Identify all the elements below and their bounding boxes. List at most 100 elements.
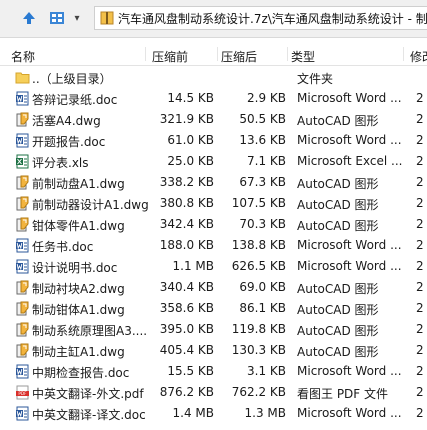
file-row[interactable]: 前制动盘A1.dwg 338.2 KB 67.3 KB AutoCAD 图形 2 <box>0 172 427 193</box>
file-type: 看图王 PDF 文件 <box>297 387 389 401</box>
file-row[interactable]: 答辩记录纸.doc 14.5 KB 2.9 KB Microsoft Word ...… <box>0 88 427 109</box>
file-name: 设计说明书.doc <box>32 261 118 275</box>
file-name: 答辩记录纸.doc <box>32 93 118 107</box>
file-size: 119.8 KB <box>231 322 286 336</box>
file-name: 活塞A4.dwg <box>32 114 101 128</box>
dwg-file-icon <box>15 217 30 232</box>
dwg-file-icon <box>15 196 30 211</box>
file-type: AutoCAD 图形 <box>297 345 379 359</box>
dwg-file-icon <box>15 343 30 358</box>
file-packed-size: 405.4 KB <box>159 343 214 357</box>
file-size: 7.1 KB <box>247 154 286 168</box>
file-modified: 2 <box>416 217 424 231</box>
column-header: 名称 压缩前 压缩后 类型 修改 <box>0 43 427 66</box>
column-divider[interactable] <box>403 47 404 61</box>
pdf-file-icon: PDF <box>15 385 30 400</box>
file-modified: 2 <box>416 112 424 126</box>
word-doc-icon <box>15 91 30 106</box>
file-modified: 2 <box>416 343 424 357</box>
file-row[interactable]: 制动钳体A1.dwg 358.6 KB 86.1 KB AutoCAD 图形 2 <box>0 298 427 319</box>
file-type: Microsoft Word ... <box>297 259 402 273</box>
header-name[interactable]: 名称 <box>11 48 35 65</box>
file-name: 中英文翻译-外文.pdf <box>32 387 144 401</box>
file-modified: 2 <box>416 364 424 378</box>
file-type: AutoCAD 图形 <box>297 324 379 338</box>
file-size: 1.3 MB <box>244 406 286 420</box>
file-packed-size: 61.0 KB <box>167 133 214 147</box>
file-size: 69.0 KB <box>239 280 286 294</box>
file-type: AutoCAD 图形 <box>297 219 379 233</box>
file-row[interactable]: ..（上级目录） 文件夹 <box>0 67 427 88</box>
file-name: 钳体零件A1.dwg <box>32 219 125 233</box>
file-row[interactable]: PDF 中英文翻译-外文.pdf 876.2 KB 762.2 KB 看图王 PDF 文… <box>0 382 427 403</box>
file-row[interactable]: 开题报告.doc 61.0 KB 13.6 KB Microsoft Word ...… <box>0 130 427 151</box>
dwg-file-icon <box>15 175 30 190</box>
header-type[interactable]: 类型 <box>291 48 315 65</box>
file-packed-size: 1.4 MB <box>172 406 214 420</box>
file-type: Microsoft Word ... <box>297 133 402 147</box>
file-row[interactable]: 中期检查报告.doc 15.5 KB 3.1 KB Microsoft Word ..… <box>0 361 427 382</box>
file-size: 2.9 KB <box>247 91 286 105</box>
file-packed-size: 338.2 KB <box>159 175 214 189</box>
file-size: 762.2 KB <box>231 385 286 399</box>
address-bar[interactable]: 汽车通风盘制动系统设计.7z\汽车通风盘制动系统设计 - 制 <box>94 6 427 30</box>
word-doc-icon <box>15 259 30 274</box>
file-row[interactable]: 中英文翻译-译文.doc 1.4 MB 1.3 MB Microsoft Word .… <box>0 403 427 424</box>
file-modified: 2 <box>416 301 424 315</box>
file-row[interactable]: 活塞A4.dwg 321.9 KB 50.5 KB AutoCAD 图形 2 <box>0 109 427 130</box>
file-modified: 2 <box>416 322 424 336</box>
file-type: Microsoft Word ... <box>297 406 402 420</box>
file-size: 50.5 KB <box>239 112 286 126</box>
column-divider[interactable] <box>145 47 146 61</box>
file-row[interactable]: 制动系统原理图A3.... 395.0 KB 119.8 KB AutoCAD 图形 2 <box>0 319 427 340</box>
file-type: AutoCAD 图形 <box>297 114 379 128</box>
file-name: 中英文翻译-译文.doc <box>32 408 146 422</box>
dwg-file-icon <box>15 301 30 316</box>
file-row[interactable]: 钳体零件A1.dwg 342.4 KB 70.3 KB AutoCAD 图形 2 <box>0 214 427 235</box>
excel-xls-icon <box>15 154 30 169</box>
header-modified[interactable]: 修改 <box>410 48 427 65</box>
file-name: 制动衬块A2.dwg <box>32 282 125 296</box>
file-packed-size: 25.0 KB <box>167 154 214 168</box>
dwg-file-icon <box>15 280 30 295</box>
file-size: 70.3 KB <box>239 217 286 231</box>
up-folder-button[interactable] <box>18 7 40 29</box>
file-type: Microsoft Word ... <box>297 364 402 378</box>
header-size[interactable]: 压缩后 <box>221 48 257 65</box>
file-modified: 2 <box>416 385 424 399</box>
file-modified: 2 <box>416 406 424 420</box>
file-packed-size: 380.8 KB <box>159 196 214 210</box>
folder-view-button[interactable] <box>46 7 68 29</box>
toolbar: ▾ 汽车通风盘制动系统设计.7z\汽车通风盘制动系统设计 - 制 <box>0 0 427 38</box>
file-row[interactable]: 评分表.xls 25.0 KB 7.1 KB Microsoft Excel ... 2 <box>0 151 427 172</box>
file-modified: 2 <box>416 238 424 252</box>
column-divider[interactable] <box>287 47 288 61</box>
file-name: 制动系统原理图A3.... <box>32 324 148 338</box>
address-path: 汽车通风盘制动系统设计.7z\汽车通风盘制动系统设计 - 制 <box>118 11 427 26</box>
folder-icon <box>15 70 30 85</box>
file-name: ..（上级目录） <box>32 72 112 86</box>
file-size: 67.3 KB <box>239 175 286 189</box>
file-type: AutoCAD 图形 <box>297 282 379 296</box>
column-divider[interactable] <box>217 47 218 61</box>
file-packed-size: 358.6 KB <box>159 301 214 315</box>
view-dropdown-button[interactable]: ▾ <box>70 7 84 29</box>
file-row[interactable]: 设计说明书.doc 1.1 MB 626.5 KB Microsoft Word ..… <box>0 256 427 277</box>
file-name: 任务书.doc <box>32 240 94 254</box>
archive-icon <box>100 11 114 25</box>
chevron-down-icon: ▾ <box>74 12 80 24</box>
word-doc-icon <box>15 133 30 148</box>
file-row[interactable]: 制动主缸A1.dwg 405.4 KB 130.3 KB AutoCAD 图形 2 <box>0 340 427 361</box>
file-row[interactable]: 前制动器设计A1.dwg 380.8 KB 107.5 KB AutoCAD 图形 2 <box>0 193 427 214</box>
header-packed[interactable]: 压缩前 <box>152 48 188 65</box>
file-row[interactable]: 制动衬块A2.dwg 340.4 KB 69.0 KB AutoCAD 图形 2 <box>0 277 427 298</box>
file-type: AutoCAD 图形 <box>297 198 379 212</box>
file-packed-size: 321.9 KB <box>159 112 214 126</box>
dwg-file-icon <box>15 322 30 337</box>
file-row[interactable]: 任务书.doc 188.0 KB 138.8 KB Microsoft Word ..… <box>0 235 427 256</box>
file-modified: 2 <box>416 259 424 273</box>
file-packed-size: 876.2 KB <box>159 385 214 399</box>
svg-text:PDF: PDF <box>18 391 27 396</box>
word-doc-icon <box>15 406 30 421</box>
arrow-up-icon <box>23 12 35 24</box>
